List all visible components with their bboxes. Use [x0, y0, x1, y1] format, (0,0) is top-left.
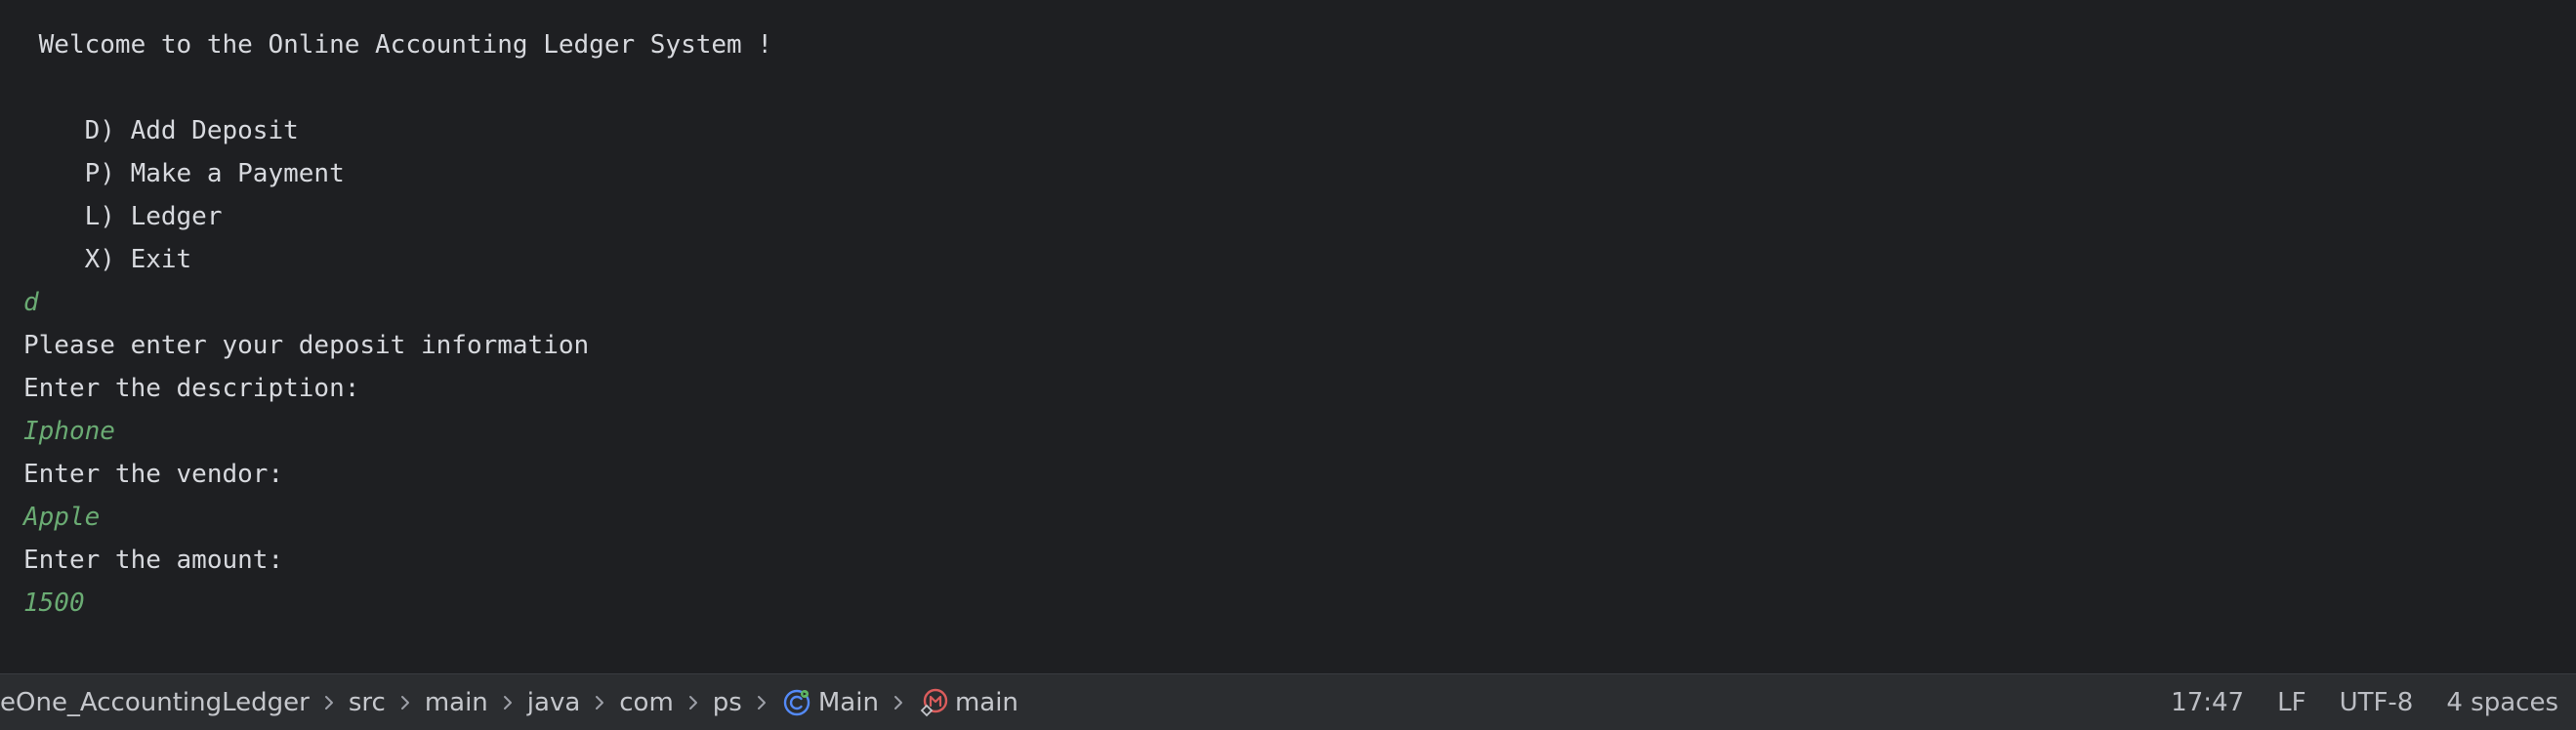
chevron-right-icon [879, 674, 918, 730]
console-output-line: Enter the amount: [23, 546, 284, 575]
console-output-line: Please enter your deposit information [23, 331, 590, 360]
breadcrumb-label: main [954, 687, 1018, 717]
console-input-line: Apple [23, 503, 101, 532]
cursor-position-widget[interactable]: 17:47 [2171, 688, 2244, 717]
breadcrumb-label: java [526, 687, 581, 717]
breadcrumb-item-src[interactable]: src [349, 688, 386, 717]
console-output-line: Enter the vendor: [23, 460, 284, 489]
breadcrumb-item-main-method[interactable]: main [918, 687, 1018, 718]
breadcrumb-item-main-dir[interactable]: main [425, 688, 488, 717]
console-input-line: d [23, 288, 39, 317]
console-output-line: Welcome to the Online Accounting Ledger … [23, 30, 773, 60]
breadcrumb-label: eOne_AccountingLedger [0, 687, 310, 717]
breadcrumb-item-java[interactable]: java [527, 688, 580, 717]
breadcrumb: eOne_AccountingLedger src main java com [0, 674, 1018, 730]
breadcrumb-label: main [424, 687, 488, 717]
breadcrumb-item-com[interactable]: com [619, 688, 674, 717]
run-console[interactable]: Welcome to the Online Accounting Ledger … [0, 0, 2576, 673]
console-output-line: X) Exit [23, 245, 192, 274]
console-output-line: L) Ledger [23, 202, 223, 231]
line-separator-widget[interactable]: LF [2277, 688, 2306, 717]
breadcrumb-item-main-class[interactable]: Main [781, 687, 879, 718]
breadcrumb-label: src [348, 687, 386, 717]
encoding-widget[interactable]: UTF-8 [2340, 688, 2414, 717]
chevron-right-icon [580, 674, 619, 730]
method-icon [918, 687, 949, 718]
console-input-line: 1500 [23, 588, 85, 618]
chevron-right-icon [488, 674, 527, 730]
indent-widget[interactable]: 4 spaces [2446, 688, 2558, 717]
class-icon [781, 687, 812, 718]
status-bar-widgets: 17:47 LF UTF-8 4 spaces [2138, 674, 2558, 730]
status-bar: eOne_AccountingLedger src main java com [0, 673, 2576, 730]
breadcrumb-label: com [619, 687, 674, 717]
breadcrumb-label: Main [817, 687, 879, 717]
breadcrumb-label: ps [712, 687, 742, 717]
console-output-line: P) Make a Payment [23, 159, 345, 188]
console-output-line: Enter the description: [23, 374, 360, 403]
chevron-right-icon [386, 674, 425, 730]
console-output-line: D) Add Deposit [23, 116, 299, 145]
console-input-line: Iphone [23, 417, 115, 446]
breadcrumb-item-project[interactable]: eOne_AccountingLedger [0, 688, 310, 717]
breadcrumb-item-ps[interactable]: ps [713, 688, 742, 717]
chevron-right-icon [742, 674, 781, 730]
chevron-right-icon [674, 674, 713, 730]
chevron-right-icon [310, 674, 349, 730]
